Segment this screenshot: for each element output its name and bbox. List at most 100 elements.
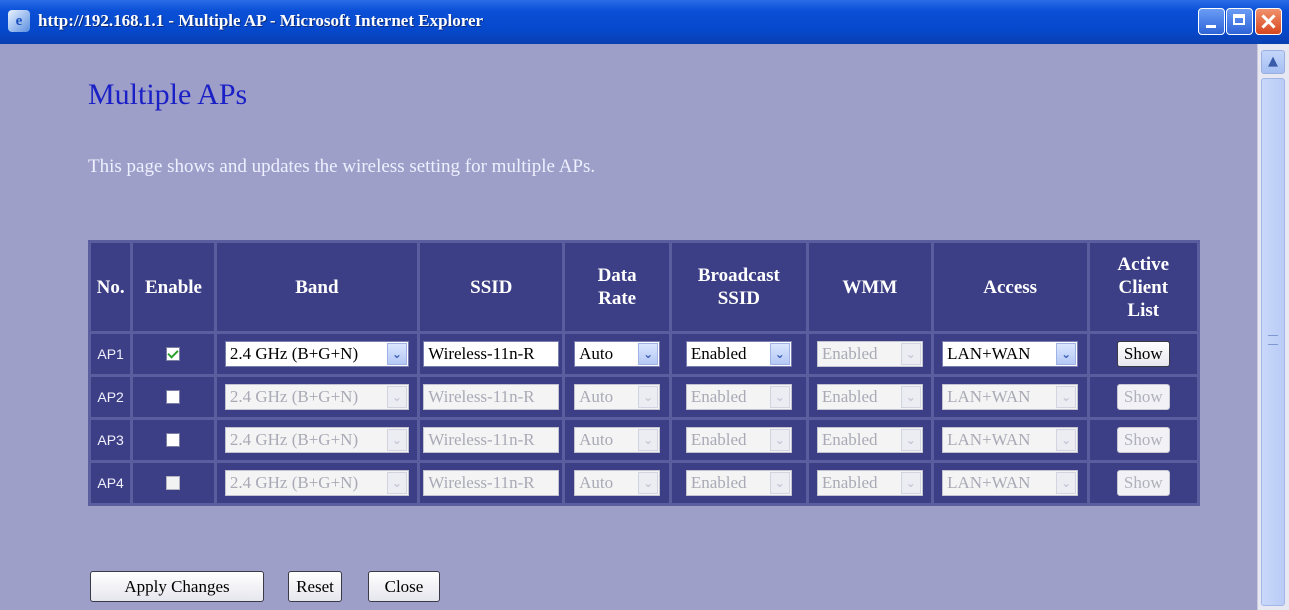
enable-cell	[133, 463, 214, 503]
chevron-down-icon: ⌄	[900, 429, 921, 451]
broadcast-cell: Enabled ⌄	[671, 463, 806, 503]
band-cell: 2.4 GHz (B+G+N) ⌄	[216, 377, 418, 417]
broadcast-ssid-select[interactable]: Enabled ⌄	[685, 341, 792, 367]
client-list-cell: Show	[1089, 334, 1197, 374]
wmm-select: Enabled ⌄	[816, 470, 923, 496]
enable-cell	[133, 334, 214, 374]
band-select-value: 2.4 GHz (B+G+N)	[229, 344, 359, 363]
ap-number: AP1	[91, 334, 131, 374]
show-client-list-button: Show	[1116, 427, 1170, 453]
reset-button[interactable]: Reset	[288, 571, 342, 602]
chevron-down-icon: ⌄	[638, 429, 659, 451]
table-row-ap2: AP2 2.4 GHz (B+G+N) ⌄ Wireless-11n-R Auto…	[91, 377, 1197, 417]
wmm-select: Enabled ⌄	[816, 341, 923, 367]
chevron-down-icon: ⌄	[1056, 386, 1077, 408]
header-band: Band	[216, 243, 418, 331]
header-acl-line3: List	[1127, 299, 1160, 321]
show-client-list-button: Show	[1116, 470, 1170, 496]
header-ssid: SSID	[420, 243, 563, 331]
header-acl-line2: Client	[1118, 276, 1169, 298]
ssid-input[interactable]: Wireless-11n-R	[423, 341, 560, 367]
rate-cell: Auto ⌄	[565, 420, 669, 460]
enable-cell	[133, 420, 214, 460]
header-broadcast-line1: Broadcast	[697, 265, 780, 286]
band-select-value: 2.4 GHz (B+G+N)	[229, 387, 359, 406]
wmm-select-value: Enabled	[821, 430, 878, 449]
page-description: This page shows and updates the wireless…	[88, 156, 596, 177]
wmm-cell: Enabled ⌄	[808, 463, 931, 503]
access-cell: LAN+WAN ⌄	[933, 463, 1087, 503]
wmm-select: Enabled ⌄	[816, 427, 923, 453]
band-select-value: 2.4 GHz (B+G+N)	[229, 430, 359, 449]
chevron-down-icon: ⌄	[386, 429, 407, 451]
broadcast-cell: Enabled ⌄	[671, 334, 806, 374]
band-select-value: 2.4 GHz (B+G+N)	[229, 473, 359, 492]
broadcast-ssid-select: Enabled ⌄	[685, 427, 792, 453]
ssid-input: Wireless-11n-R	[423, 470, 560, 496]
chevron-down-icon: ⌄	[1056, 472, 1077, 494]
header-wmm: WMM	[808, 243, 931, 331]
header-data-rate-line2: Rate	[598, 288, 637, 309]
show-client-list-button[interactable]: Show	[1116, 341, 1170, 367]
header-enable: Enable	[133, 243, 214, 331]
table-row-ap4: AP4 2.4 GHz (B+G+N) ⌄ Wireless-11n-R Auto…	[91, 463, 1197, 503]
broadcast-select-value: Enabled	[690, 387, 747, 406]
ssid-cell: Wireless-11n-R	[420, 334, 563, 374]
browser-window: e http://192.168.1.1 - Multiple AP - Mic…	[0, 0, 1289, 610]
access-select-value: LAN+WAN	[947, 430, 1031, 449]
header-broadcast-ssid: Broadcast SSID	[671, 243, 806, 331]
header-acl-line1: Active	[1117, 253, 1170, 275]
scrollbar-thumb[interactable]	[1261, 78, 1285, 606]
header-active-client-list: Active Client List	[1089, 243, 1197, 331]
access-select: LAN+WAN ⌄	[942, 470, 1079, 496]
broadcast-select-value: Enabled	[690, 473, 747, 492]
wmm-select: Enabled ⌄	[816, 384, 923, 410]
apply-changes-button[interactable]: Apply Changes	[90, 571, 264, 602]
enable-checkbox[interactable]	[166, 476, 181, 491]
access-cell: LAN+WAN ⌄	[933, 377, 1087, 417]
scroll-up-arrow-icon[interactable]: ▲	[1261, 50, 1285, 74]
header-data-rate: Data Rate	[565, 243, 669, 331]
band-select: 2.4 GHz (B+G+N) ⌄	[224, 384, 409, 410]
wmm-select-value: Enabled	[821, 473, 878, 492]
data-rate-select-value: Auto	[579, 473, 614, 492]
broadcast-cell: Enabled ⌄	[671, 377, 806, 417]
broadcast-cell: Enabled ⌄	[671, 420, 806, 460]
band-select[interactable]: 2.4 GHz (B+G+N) ⌄	[224, 341, 409, 367]
access-cell: LAN+WAN ⌄	[933, 334, 1087, 374]
minimize-button[interactable]	[1198, 8, 1225, 35]
maximize-button[interactable]	[1226, 8, 1253, 35]
broadcast-ssid-select: Enabled ⌄	[685, 470, 792, 496]
enable-checkbox[interactable]	[166, 390, 181, 405]
vertical-scrollbar[interactable]: ▲	[1257, 44, 1289, 610]
broadcast-select-value: Enabled	[690, 430, 747, 449]
rate-cell: Auto ⌄	[565, 463, 669, 503]
enable-checkbox[interactable]	[166, 347, 181, 362]
chevron-down-icon: ⌄	[1056, 343, 1077, 365]
rate-cell: Auto ⌄	[565, 377, 669, 417]
wmm-select-value: Enabled	[821, 344, 878, 363]
chevron-down-icon: ⌄	[900, 386, 921, 408]
wmm-cell: Enabled ⌄	[808, 334, 931, 374]
chevron-down-icon: ⌄	[769, 472, 790, 494]
chevron-down-icon: ⌄	[638, 386, 659, 408]
band-select: 2.4 GHz (B+G+N) ⌄	[224, 470, 409, 496]
data-rate-select-value: Auto	[579, 430, 614, 449]
close-window-button[interactable]	[1255, 8, 1282, 35]
access-select[interactable]: LAN+WAN ⌄	[942, 341, 1079, 367]
chevron-down-icon: ⌄	[900, 343, 921, 365]
grip-icon	[1268, 335, 1278, 345]
chevron-down-icon: ⌄	[900, 472, 921, 494]
enable-checkbox[interactable]	[166, 433, 181, 448]
band-cell: 2.4 GHz (B+G+N) ⌄	[216, 334, 418, 374]
chevron-down-icon: ⌄	[769, 386, 790, 408]
ap-number: AP2	[91, 377, 131, 417]
ap-number: AP3	[91, 420, 131, 460]
chevron-down-icon: ⌄	[769, 429, 790, 451]
band-cell: 2.4 GHz (B+G+N) ⌄	[216, 463, 418, 503]
data-rate-select[interactable]: Auto ⌄	[574, 341, 661, 367]
data-rate-select: Auto ⌄	[574, 384, 661, 410]
broadcast-ssid-select: Enabled ⌄	[685, 384, 792, 410]
chevron-down-icon: ⌄	[386, 343, 407, 365]
close-button[interactable]: Close	[368, 571, 440, 602]
